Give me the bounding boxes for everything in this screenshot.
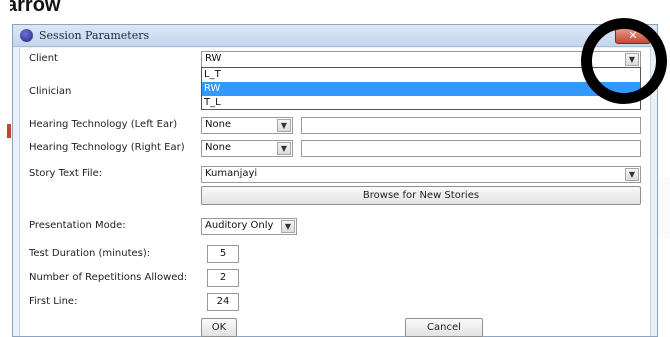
ht-left-details-field[interactable] <box>301 117 641 134</box>
dialog-title: Session Parameters <box>39 29 150 42</box>
client-label: Client <box>29 53 58 64</box>
ht-right-value: None <box>205 142 232 153</box>
first-line-label: First Line: <box>29 296 78 307</box>
repetitions-label: Number of Repetitions Allowed: <box>29 272 188 283</box>
client-option-rw[interactable]: RW <box>202 82 640 96</box>
session-parameters-dialog: Session Parameters ✕ Client RW ▼ L_T RW … <box>12 24 658 337</box>
story-file-label: Story Text File: <box>29 168 103 179</box>
title-bar[interactable]: Session Parameters ✕ <box>13 25 657 47</box>
backdrop-edge <box>0 0 10 337</box>
repetitions-field[interactable]: 2 <box>207 269 239 287</box>
backdrop-panel <box>656 178 670 238</box>
first-line-field[interactable]: 24 <box>207 293 239 311</box>
chevron-down-icon[interactable]: ▼ <box>281 220 295 233</box>
cancel-button[interactable]: Cancel <box>405 318 483 337</box>
duration-field[interactable]: 5 <box>207 245 239 263</box>
story-file-select[interactable]: Kumanjayi ▼ <box>201 166 641 183</box>
client-select[interactable]: RW ▼ <box>201 51 641 68</box>
ht-left-label: Hearing Technology (Left Ear) <box>29 119 178 130</box>
client-option-tl[interactable]: T_L <box>202 96 640 110</box>
presentation-mode-value: Auditory Only <box>205 220 274 231</box>
ht-right-select[interactable]: None ▼ <box>201 140 293 157</box>
duration-label: Test Duration (minutes): <box>29 248 151 259</box>
story-file-value: Kumanjayi <box>205 168 258 179</box>
client-option-lt[interactable]: L_T <box>202 68 640 82</box>
client-dropdown-list: L_T RW T_L <box>201 67 641 110</box>
backdrop-marker <box>7 124 11 138</box>
clinician-label: Clinician <box>29 86 72 97</box>
heading-fragment: arrow <box>6 0 61 16</box>
form-area: Client RW ▼ L_T RW T_L Clinician Hearing… <box>19 48 651 337</box>
app-icon <box>20 29 33 42</box>
chevron-down-icon[interactable]: ▼ <box>277 119 291 132</box>
chevron-down-icon[interactable]: ▼ <box>277 142 291 155</box>
browse-stories-button[interactable]: Browse for New Stories <box>201 186 641 205</box>
ht-right-details-field[interactable] <box>301 140 641 157</box>
ht-right-label: Hearing Technology (Right Ear) <box>29 142 185 153</box>
ht-left-value: None <box>205 119 232 130</box>
highlight-circle <box>581 18 667 104</box>
presentation-mode-label: Presentation Mode: <box>29 220 126 231</box>
ht-left-select[interactable]: None ▼ <box>201 117 293 134</box>
chevron-down-icon[interactable]: ▼ <box>625 168 639 181</box>
client-value: RW <box>205 53 222 64</box>
ok-button[interactable]: OK <box>201 318 237 337</box>
presentation-mode-select[interactable]: Auditory Only ▼ <box>201 218 297 235</box>
